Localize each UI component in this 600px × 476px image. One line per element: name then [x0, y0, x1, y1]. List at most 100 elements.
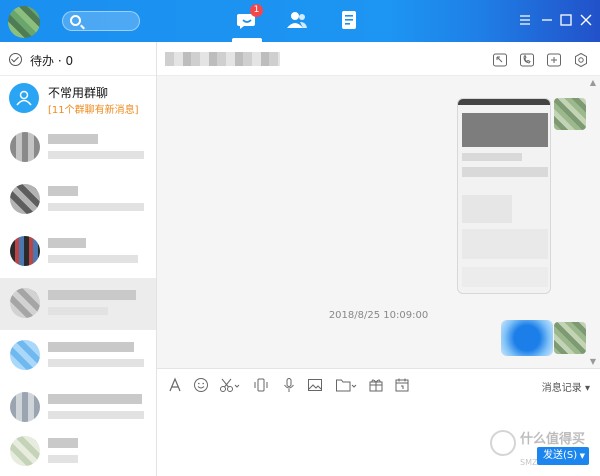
my-message-avatar: [554, 322, 586, 354]
check-circle-icon: [9, 53, 22, 66]
screen-share-button[interactable]: [492, 52, 508, 68]
font-button[interactable]: [167, 377, 183, 393]
smile-icon: [194, 378, 208, 392]
my-message-avatar: [554, 98, 586, 130]
conversation-preview-redacted: [48, 359, 144, 367]
plus-icon: [547, 53, 561, 67]
image-block: [462, 153, 522, 161]
maximize-icon: [560, 14, 572, 26]
conversation-preview-redacted: [48, 307, 108, 315]
scissors-icon: [220, 378, 240, 392]
screenshot-button[interactable]: [219, 377, 241, 393]
voice-call-button[interactable]: [519, 52, 535, 68]
image-block: [462, 167, 548, 177]
group-new-messages: [11个群聊有新消息]: [48, 105, 139, 116]
minimize-icon: [542, 19, 552, 21]
image-block: [462, 195, 512, 223]
scroll-down-icon[interactable]: ▼: [590, 357, 596, 366]
group-chat-icon: [9, 83, 39, 113]
avatar: [10, 340, 40, 370]
conversation-item[interactable]: [0, 426, 156, 476]
unread-badge: 1: [250, 4, 263, 17]
conversation-preview-redacted: [48, 203, 144, 211]
avatar: [10, 132, 40, 162]
conversation-preview-redacted: [48, 411, 144, 419]
chat-header: [157, 42, 600, 76]
conversation-name-redacted: [48, 238, 86, 248]
image-block: [462, 113, 548, 147]
font-icon: [169, 377, 181, 392]
folded-group-chats[interactable]: 不常用群聊 [11个群聊有新消息]: [0, 76, 156, 122]
voice-button[interactable]: [281, 377, 297, 393]
minimize-button[interactable]: [540, 13, 554, 27]
schedule-button[interactable]: [394, 377, 410, 393]
gift-icon: [369, 379, 383, 392]
shake-button[interactable]: [253, 377, 269, 393]
menu-button[interactable]: [518, 13, 532, 27]
tab-contacts[interactable]: [286, 9, 310, 31]
menu-icon: [520, 15, 530, 25]
message-history-link[interactable]: 消息记录 ▾: [542, 379, 590, 394]
watermark-logo: [490, 430, 516, 456]
conversation-item[interactable]: [0, 226, 156, 278]
tab-messages[interactable]: 1: [236, 4, 263, 31]
conversation-name-redacted: [48, 342, 134, 352]
send-options-icon[interactable]: ▼: [580, 447, 585, 465]
image-icon: [308, 379, 322, 391]
avatar: [10, 236, 40, 266]
screen-share-icon: [493, 53, 507, 67]
todo-label: 待办 · 0: [30, 54, 74, 68]
my-avatar[interactable]: [8, 6, 40, 38]
calendar-icon: [395, 378, 409, 392]
conversation-preview-redacted: [48, 255, 138, 263]
image-button[interactable]: [307, 377, 323, 393]
conversation-name-redacted: [48, 438, 78, 448]
emoji-button[interactable]: [193, 377, 209, 393]
microphone-icon: [284, 378, 294, 392]
avatar: [10, 288, 40, 318]
contacts-icon: [287, 12, 307, 28]
conversation-name-redacted: [48, 290, 136, 300]
tab-files[interactable]: [338, 9, 362, 31]
watermark-text: 什么值得买: [520, 432, 586, 447]
chat-settings-button[interactable]: [573, 52, 589, 68]
add-member-button[interactable]: [546, 52, 562, 68]
shake-icon: [254, 378, 268, 392]
conversation-name-redacted: [48, 134, 98, 144]
avatar: [10, 184, 40, 214]
conversation-item[interactable]: [0, 330, 156, 382]
conversation-item[interactable]: [0, 174, 156, 226]
gear-icon: [575, 52, 587, 68]
image-block: [462, 229, 548, 259]
search-box[interactable]: [62, 11, 140, 31]
image-block: [462, 267, 548, 287]
conversation-sidebar: 待办 · 0 不常用群聊 [11个群聊有新消息]: [0, 42, 157, 476]
input-toolbar: 消息记录 ▾: [157, 368, 600, 400]
message-area[interactable]: ▲ 2018/8/25 10:09:00 ▼: [157, 76, 600, 368]
folder-icon: [336, 379, 357, 392]
avatar: [10, 392, 40, 422]
message-history-label: 消息记录: [541, 383, 582, 394]
conversation-item-selected[interactable]: [0, 278, 156, 330]
group-name: 不常用群聊: [48, 86, 109, 100]
phone-icon: [520, 53, 534, 67]
close-button[interactable]: [579, 13, 593, 27]
conversation-item[interactable]: [0, 122, 156, 174]
chat-title-redacted: [165, 52, 280, 66]
image-message-redacted[interactable]: [457, 98, 551, 294]
todo-bar[interactable]: 待办 · 0: [0, 42, 156, 76]
conversation-preview-redacted: [48, 455, 78, 463]
gift-button[interactable]: [368, 377, 384, 393]
send-label: 发送(S): [543, 450, 578, 461]
blue-message-redacted[interactable]: [501, 320, 553, 356]
search-icon: [70, 15, 81, 26]
send-button[interactable]: 发送(S) ▼: [537, 447, 589, 465]
close-icon: [580, 14, 592, 26]
maximize-button[interactable]: [559, 13, 573, 27]
scroll-up-icon[interactable]: ▲: [590, 78, 596, 87]
title-bar: 1: [0, 0, 600, 42]
conversation-name-redacted: [48, 394, 142, 404]
avatar: [10, 436, 40, 466]
file-button[interactable]: [335, 377, 357, 393]
conversation-name-redacted: [48, 186, 78, 196]
